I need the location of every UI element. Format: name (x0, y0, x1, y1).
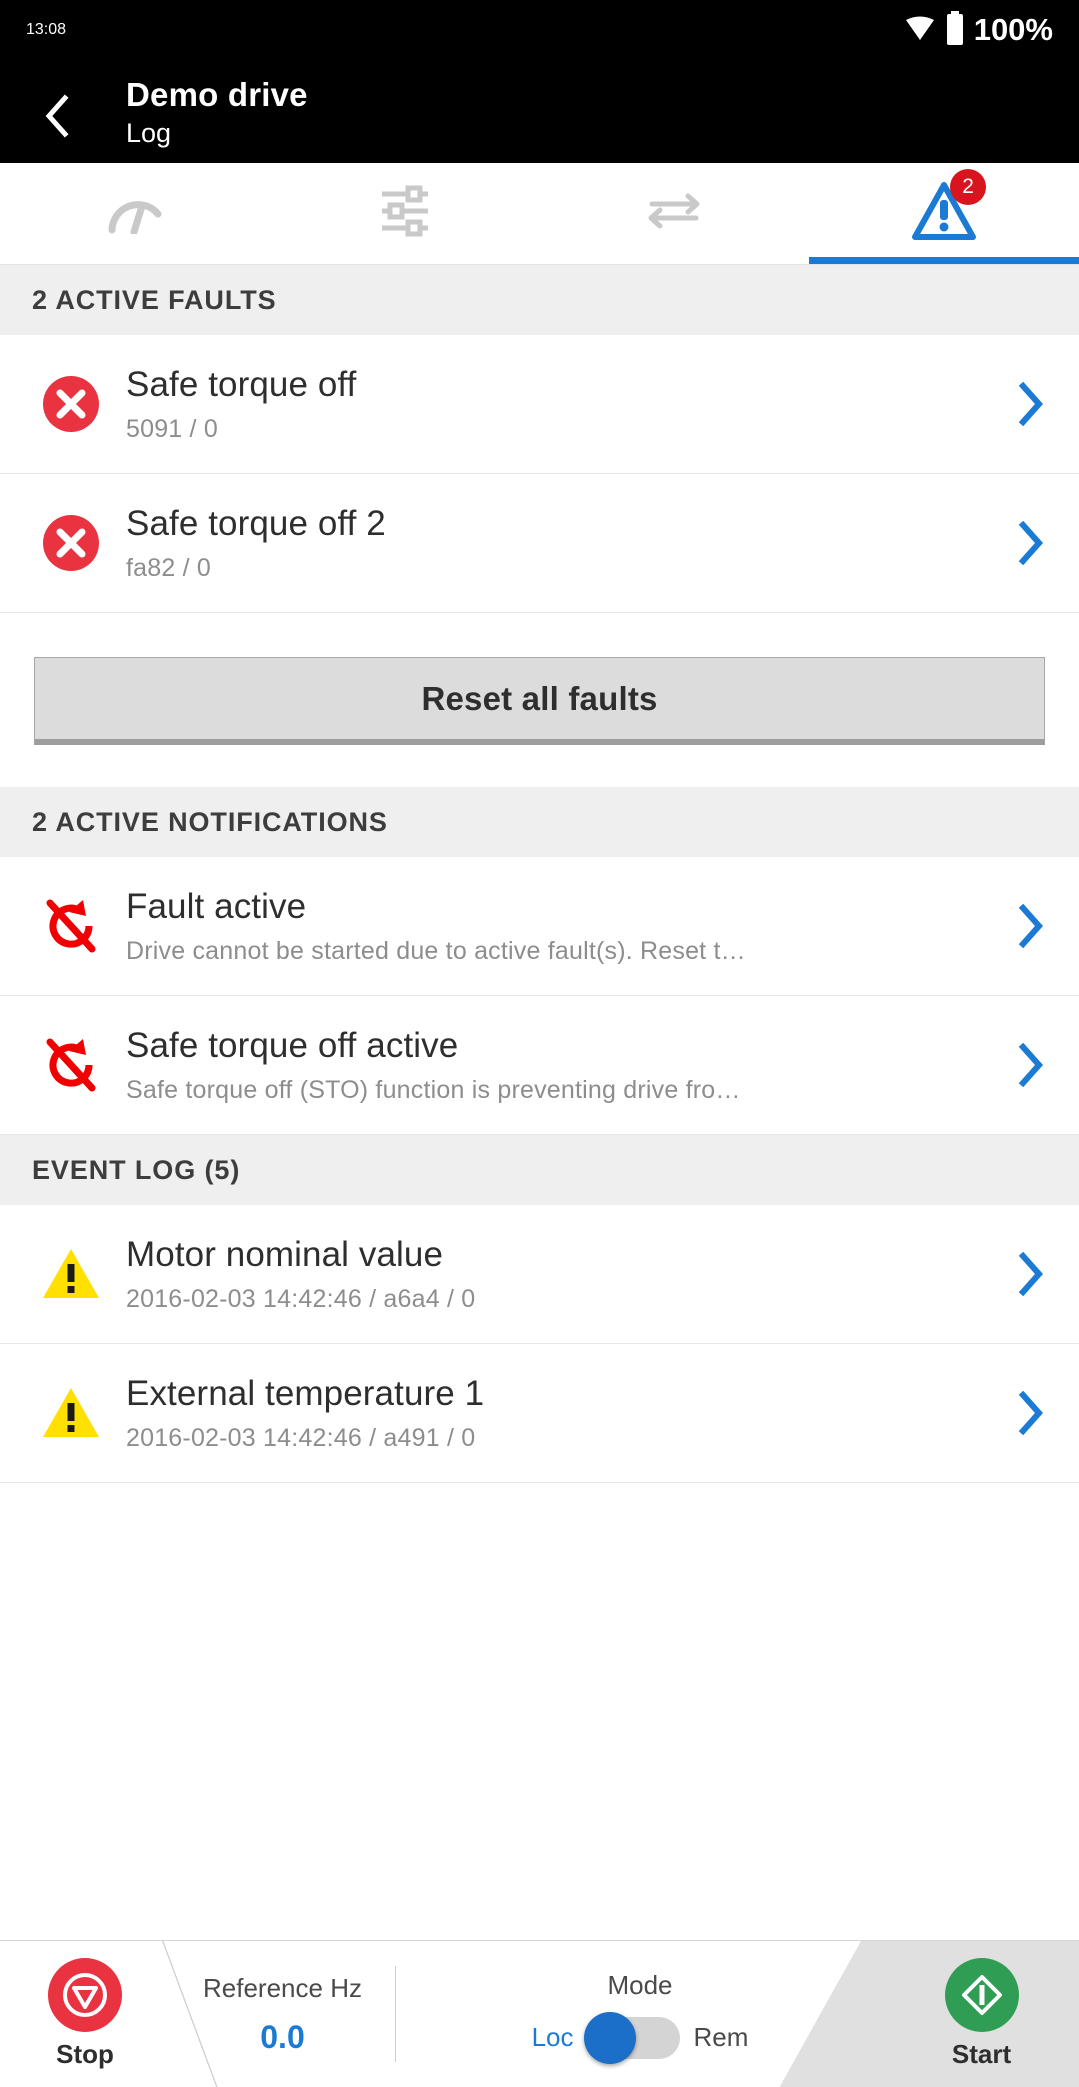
tab-bar: 2 (0, 163, 1079, 265)
reset-button-container: Reset all faults (0, 613, 1079, 787)
chevron-right-icon[interactable] (1011, 1043, 1051, 1087)
battery-full-icon (945, 10, 965, 50)
battery-percent: 100% (973, 12, 1053, 47)
gauge-icon (104, 188, 166, 239)
mode-switch-track[interactable] (583, 2011, 680, 2064)
mode-remote-label: Rem (693, 2022, 749, 2052)
fault-title: Safe torque off (126, 365, 357, 405)
section-header-event-log: EVENT LOG (5) (0, 1135, 1079, 1205)
tab-parameters[interactable] (270, 163, 540, 264)
status-time: 13:08 (26, 21, 67, 38)
notification-row[interactable]: Fault active Drive cannot be started due… (0, 857, 1079, 996)
page-title: Demo drive (126, 75, 308, 113)
fault-title: Safe torque off 2 (126, 504, 386, 544)
event-text: External temperature 1 2016-02-03 14:42:… (114, 1373, 1011, 1452)
chevron-right-icon[interactable] (1011, 521, 1051, 565)
notification-meta: Drive cannot be started due to active fa… (126, 936, 746, 965)
tab-faults-badge: 2 (950, 169, 987, 205)
wifi-icon (904, 14, 936, 47)
fault-row[interactable]: Safe torque off 5091 / 0 (0, 335, 1079, 474)
fault-meta: 5091 / 0 (126, 414, 218, 443)
reset-all-faults-button[interactable]: Reset all faults (34, 657, 1045, 745)
notification-text: Safe torque off active Safe torque off (… (114, 1025, 1011, 1104)
stop-label: Stop (56, 2039, 114, 2069)
warning-triangle-yellow-icon (28, 1386, 114, 1440)
event-title: External temperature 1 (126, 1374, 485, 1414)
back-chevron-icon[interactable] (34, 93, 80, 139)
start-diamond-icon (944, 1958, 1019, 2032)
event-meta: 2016-02-03 14:42:46 / a6a4 / 0 (126, 1284, 476, 1313)
section-header-active-notifications: 2 ACTIVE NOTIFICATIONS (0, 787, 1079, 857)
chevron-right-icon[interactable] (1011, 382, 1051, 426)
mode-switch-knob[interactable] (583, 2011, 636, 2064)
status-bar: 13:08 100% (0, 0, 1079, 60)
section-header-active-faults: 2 ACTIVE FAULTS (0, 265, 1079, 335)
event-row[interactable]: External temperature 1 2016-02-03 14:42:… (0, 1344, 1079, 1483)
active-tab-underline (809, 257, 1079, 264)
mode-local-label: Loc (531, 2022, 574, 2052)
stop-triangle-icon (48, 1958, 122, 2032)
sliders-icon (378, 184, 432, 243)
no-rotation-icon (28, 1035, 114, 1095)
event-row[interactable]: Motor nominal value 2016-02-03 14:42:46 … (0, 1205, 1079, 1344)
event-text: Motor nominal value 2016-02-03 14:42:46 … (114, 1234, 1011, 1313)
notification-title: Fault active (126, 887, 307, 927)
mode-caption: Mode (607, 1969, 673, 2000)
start-button[interactable]: Start (884, 1941, 1079, 2087)
status-indicators: 100% (904, 10, 1053, 50)
notification-meta: Safe torque off (STO) function is preven… (126, 1075, 741, 1104)
error-circle-icon (28, 375, 114, 433)
warning-triangle-yellow-icon (28, 1247, 114, 1301)
notification-title: Safe torque off active (126, 1026, 459, 1066)
stop-button[interactable]: Stop (0, 1941, 170, 2087)
bottom-control-bar: Stop Reference Hz 0.0 Mode Loc Rem Start (0, 1940, 1079, 2087)
event-meta: 2016-02-03 14:42:46 / a491 / 0 (126, 1423, 476, 1452)
notification-row[interactable]: Safe torque off active Safe torque off (… (0, 996, 1079, 1135)
tab-faults[interactable]: 2 (809, 163, 1079, 264)
chevron-right-icon[interactable] (1011, 904, 1051, 948)
reference-caption: Reference Hz (203, 1972, 362, 2003)
chevron-right-icon[interactable] (1011, 1252, 1051, 1296)
transfer-arrows-icon (644, 191, 704, 236)
fault-text: Safe torque off 5091 / 0 (114, 364, 1011, 443)
page-subtitle: Log (126, 117, 172, 148)
reference-display[interactable]: Reference Hz 0.0 (170, 1941, 395, 2087)
chevron-right-icon[interactable] (1011, 1391, 1051, 1435)
no-rotation-icon (28, 896, 114, 956)
fault-row[interactable]: Safe torque off 2 fa82 / 0 (0, 474, 1079, 613)
header-titles: Demo drive Log (126, 76, 308, 150)
start-label: Start (951, 2039, 1012, 2069)
event-title: Motor nominal value (126, 1235, 444, 1275)
mode-toggle[interactable]: Loc Rem (531, 2011, 749, 2064)
mode-control: Mode Loc Rem (396, 1941, 884, 2087)
tab-dashboard[interactable] (0, 163, 270, 264)
app-header: Demo drive Log (0, 60, 1079, 163)
reference-value: 0.0 (260, 2018, 305, 2055)
error-circle-icon (28, 514, 114, 572)
tab-io[interactable] (540, 163, 810, 264)
fault-meta: fa82 / 0 (126, 553, 211, 582)
notification-text: Fault active Drive cannot be started due… (114, 886, 1011, 965)
fault-text: Safe torque off 2 fa82 / 0 (114, 503, 1011, 582)
